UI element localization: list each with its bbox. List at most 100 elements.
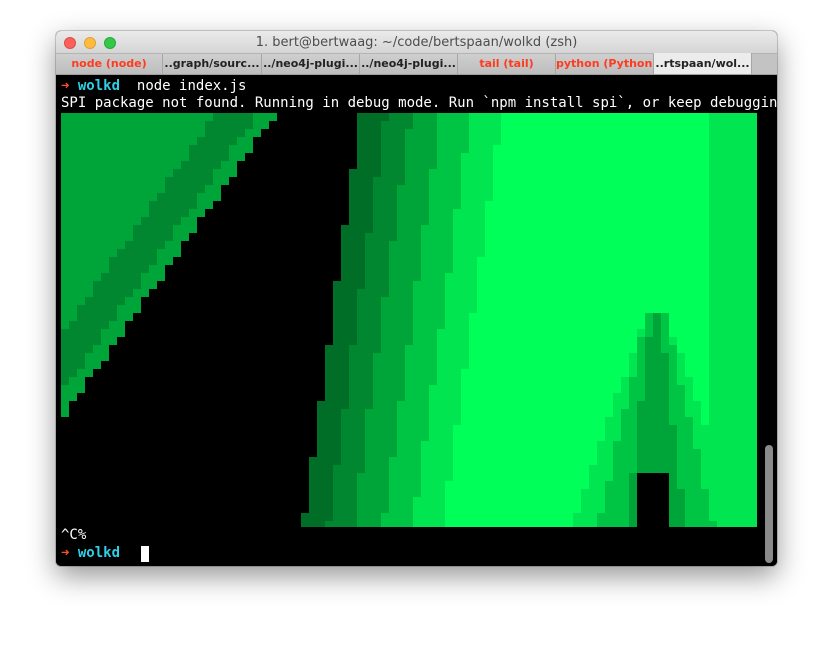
viz-cell xyxy=(365,393,373,401)
viz-cell xyxy=(493,337,501,345)
viz-cell xyxy=(629,257,637,265)
viz-cell xyxy=(541,201,549,209)
viz-cell xyxy=(349,409,357,417)
viz-cell xyxy=(141,177,149,185)
viz-cell xyxy=(565,249,573,257)
viz-cell xyxy=(389,385,397,393)
viz-cell xyxy=(461,129,469,137)
viz-cell xyxy=(469,513,477,521)
viz-cell xyxy=(621,361,629,369)
viz-cell xyxy=(333,345,341,353)
viz-cell xyxy=(389,153,397,161)
viz-cell xyxy=(645,353,653,361)
viz-cell xyxy=(85,225,93,233)
tab-python[interactable]: python (Python) xyxy=(556,54,654,74)
viz-cell xyxy=(349,329,357,337)
viz-cell xyxy=(77,145,85,153)
viz-cell xyxy=(461,121,469,129)
title-bar[interactable]: 1. bert@bertwaag: ~/code/bertspaan/wolkd… xyxy=(56,31,777,54)
viz-cell xyxy=(605,465,613,473)
viz-cell xyxy=(333,521,341,527)
viz-cell xyxy=(101,329,109,337)
viz-cell xyxy=(469,249,477,257)
viz-cell xyxy=(397,409,405,417)
viz-cell xyxy=(445,281,453,289)
tab-graph-source[interactable]: ..graph/sourc... xyxy=(163,54,262,74)
viz-cell xyxy=(701,281,709,289)
tab-label: ../neo4j-plugi... xyxy=(361,57,456,70)
viz-cell xyxy=(733,281,741,289)
viz-cell xyxy=(533,321,541,329)
viz-cell xyxy=(469,489,477,497)
viz-cell xyxy=(605,481,613,489)
viz-cell xyxy=(445,329,453,337)
viz-cell xyxy=(557,153,565,161)
viz-cell xyxy=(357,289,365,297)
viz-cell xyxy=(357,513,365,521)
viz-cell xyxy=(365,249,373,257)
viz-cell xyxy=(237,121,245,129)
tab-tail[interactable]: tail (tail) xyxy=(458,54,556,74)
viz-cell xyxy=(605,425,613,433)
viz-cell xyxy=(413,345,421,353)
viz-cell xyxy=(173,169,181,177)
viz-cell xyxy=(69,169,77,177)
viz-cell xyxy=(565,497,573,505)
viz-cell xyxy=(397,449,405,457)
tab-neo4j-plugin-2[interactable]: ../neo4j-plugi... xyxy=(360,54,458,74)
viz-cell xyxy=(621,129,629,137)
viz-cell xyxy=(477,497,485,505)
viz-cell xyxy=(405,353,413,361)
viz-cell xyxy=(61,265,69,273)
viz-cell xyxy=(485,265,493,273)
viz-cell xyxy=(189,121,197,129)
viz-cell xyxy=(629,153,637,161)
tab-neo4j-plugin-1[interactable]: ../neo4j-plugi... xyxy=(262,54,360,74)
terminal-content[interactable]: ➜ wolkd node index.js SPI package not fo… xyxy=(56,75,777,566)
viz-cell xyxy=(741,473,749,481)
viz-cell xyxy=(61,369,69,377)
viz-cell xyxy=(485,113,493,121)
viz-cell xyxy=(365,209,373,217)
viz-cell xyxy=(701,449,709,457)
viz-cell xyxy=(61,297,69,305)
viz-cell xyxy=(453,305,461,313)
viz-cell xyxy=(485,353,493,361)
viz-cell xyxy=(517,449,525,457)
viz-cell xyxy=(437,369,445,377)
viz-cell xyxy=(605,489,613,497)
viz-cell xyxy=(501,297,509,305)
scrollbar-thumb[interactable] xyxy=(765,445,773,563)
viz-cell xyxy=(445,505,453,513)
viz-cell xyxy=(173,161,181,169)
viz-cell xyxy=(77,225,85,233)
viz-cell xyxy=(581,425,589,433)
viz-cell xyxy=(517,233,525,241)
tab-wolkd[interactable]: ..rtspaan/wol... xyxy=(654,53,752,74)
viz-cell xyxy=(101,289,109,297)
viz-cell xyxy=(733,401,741,409)
viz-cell xyxy=(533,177,541,185)
viz-cell xyxy=(693,313,701,321)
viz-cell xyxy=(397,121,405,129)
viz-cell xyxy=(565,161,573,169)
viz-cell xyxy=(517,121,525,129)
viz-cell xyxy=(397,481,405,489)
viz-cell xyxy=(701,361,709,369)
viz-cell xyxy=(317,513,325,521)
viz-cell xyxy=(533,249,541,257)
viz-cell xyxy=(341,281,349,289)
viz-cell xyxy=(501,521,509,527)
viz-cell xyxy=(725,513,733,521)
viz-cell xyxy=(573,193,581,201)
viz-cell xyxy=(373,425,381,433)
viz-cell xyxy=(437,241,445,249)
viz-cell xyxy=(557,265,565,273)
tab-node[interactable]: node (node) xyxy=(56,54,163,74)
viz-cell xyxy=(237,137,245,145)
viz-cell xyxy=(581,281,589,289)
viz-cell xyxy=(677,329,685,337)
viz-cell xyxy=(685,241,693,249)
viz-cell xyxy=(109,193,117,201)
viz-cell xyxy=(677,425,685,433)
